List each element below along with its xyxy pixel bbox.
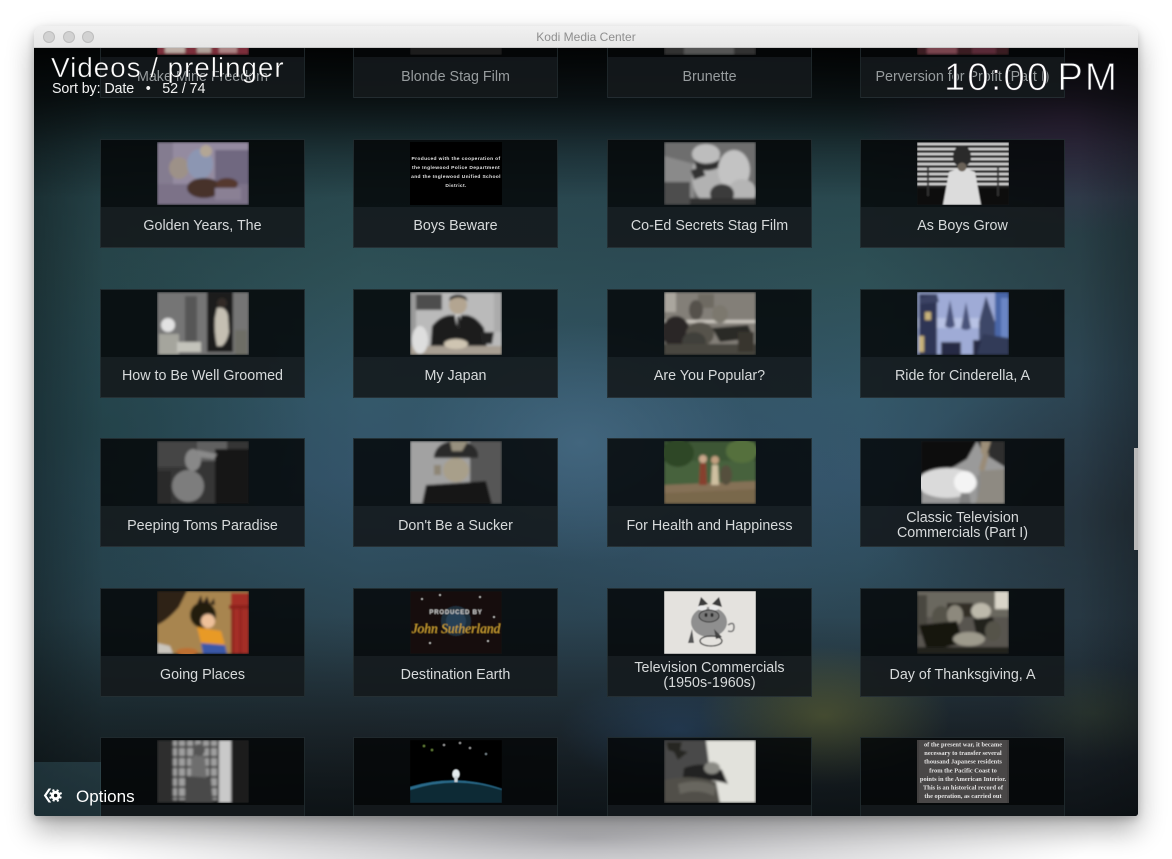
svg-text:points in the American Interio: points in the American Interior. [919, 776, 1006, 783]
svg-text:Produced with the cooperation: Produced with the cooperation of [411, 156, 500, 162]
svg-text:the operation, as carried: the operation, as carried out [924, 793, 1002, 800]
svg-text:of the present war, it became: of the present war, it became [923, 742, 1001, 749]
svg-text:John Sutherland: John Sutherland [411, 621, 500, 636]
svg-text:the Inglewood Police Departmen: the Inglewood Police Department [411, 165, 499, 171]
svg-text:thousand Japanese residents: thousand Japanese residents [924, 759, 1002, 766]
svg-text:PRODUCED BY: PRODUCED BY [429, 610, 482, 616]
svg-text:This is an historical record o: This is an historical record of [923, 785, 1004, 792]
svg-text:necessary to transfer several: necessary to transfer several [924, 750, 1002, 757]
svg-text:District.: District. [445, 183, 467, 189]
svg-text:from the Pacific Coast to: from the Pacific Coast to [929, 768, 997, 775]
svg-text:and the Inglewood Unified Scho: and the Inglewood Unified School [411, 174, 501, 180]
